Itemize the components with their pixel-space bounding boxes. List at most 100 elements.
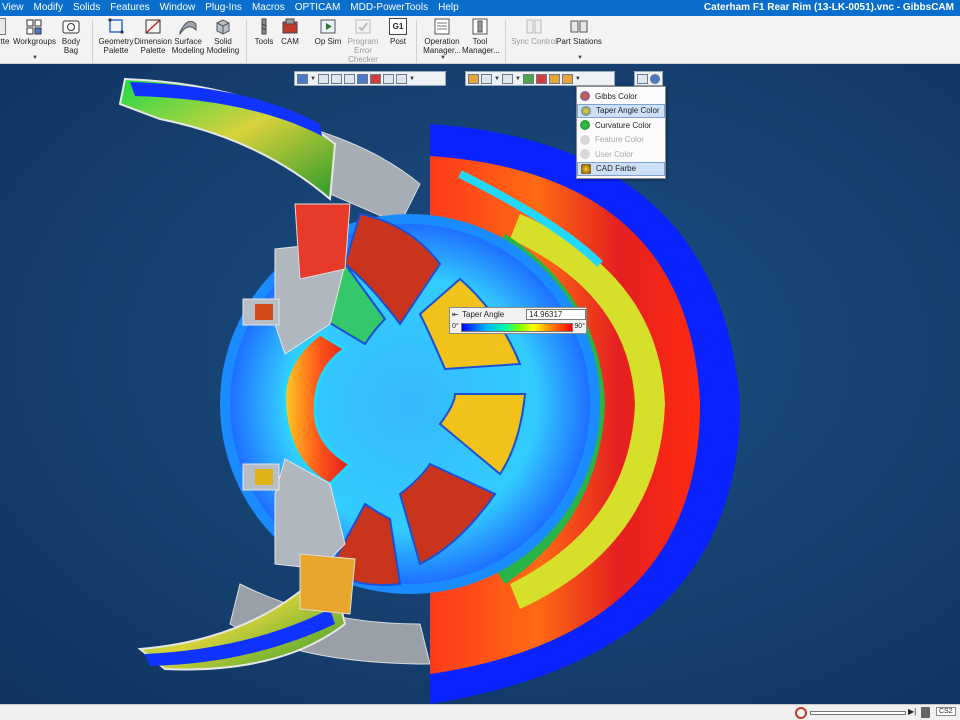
color-mode-icon[interactable] <box>561 73 573 84</box>
box-display-dropdown[interactable]: ▼ <box>515 76 521 82</box>
body-bag-icon <box>62 18 80 35</box>
taper-color-scale <box>461 323 573 332</box>
cam-button[interactable]: CAM <box>278 18 302 46</box>
status-bar: ▶| CS2 <box>0 704 960 720</box>
view-box-icon[interactable] <box>395 73 407 84</box>
view-box-dropdown[interactable]: ▼ <box>409 76 415 82</box>
geometry-palette-icon <box>107 18 125 35</box>
rim-model[interactable] <box>0 64 960 704</box>
tools-icon <box>255 18 273 35</box>
ribbon-partial-button[interactable]: tte <box>0 18 12 46</box>
trash-icon[interactable] <box>921 707 930 718</box>
view-zoom-icon[interactable] <box>317 73 329 84</box>
solid-display-icon[interactable] <box>468 73 479 84</box>
curvature-color-icon <box>580 120 590 131</box>
ribbon-toolbar: tte Workgroups Body Bag ▼ Geometry Palet… <box>0 16 960 64</box>
menu-solids[interactable]: Solids <box>68 0 105 16</box>
menu-item-taper-angle-color[interactable]: Taper Angle Color <box>577 103 665 118</box>
menu-item-cad-farbe[interactable]: CAD Farbe <box>577 161 665 176</box>
menu-item-gibbs-color[interactable]: Gibbs Color <box>577 89 665 104</box>
post-button[interactable]: G1 Post <box>386 18 410 46</box>
operation-manager-button[interactable]: Operation Manager... <box>421 18 463 55</box>
surface-modeling-icon <box>179 18 197 36</box>
tool-manager-button[interactable]: Tool Manager... <box>462 18 500 55</box>
part-stations-button[interactable]: Part Stations <box>556 18 602 46</box>
menu-modify[interactable]: Modify <box>29 0 68 16</box>
pin-icon[interactable]: ⇤ <box>452 310 459 319</box>
graphics-viewport[interactable]: ▼ ▼ ▼ ▼ ▼ Gibbs Color Taper Angle Color <box>0 64 960 704</box>
taper-scale-max: 90° <box>574 323 585 330</box>
gibbs-color-icon <box>580 91 590 102</box>
solid-modeling-icon <box>214 18 232 35</box>
red-solid-icon[interactable] <box>535 73 547 84</box>
view-toolbar-2: ▼ ▼ ▼ <box>465 71 615 86</box>
menu-item-curvature-color[interactable]: Curvature Color <box>577 118 665 133</box>
feature-color-icon <box>580 134 590 145</box>
taper-angle-label: Taper Angle <box>462 310 505 319</box>
ribbon-separator <box>92 20 93 64</box>
tools-button[interactable]: Tools <box>252 18 276 46</box>
workgroups-dropdown[interactable]: ▼ <box>32 55 38 61</box>
sync-control-button[interactable]: Sync Control <box>511 18 557 46</box>
partial-icon <box>0 18 6 35</box>
menu-macros[interactable]: Macros <box>247 0 290 16</box>
solid-modeling-button[interactable]: Solid Modeling <box>205 18 241 55</box>
taper-angle-readout: ⇤ Taper Angle 14.96317 0° 90° <box>449 307 587 334</box>
view-shade-icon[interactable] <box>356 73 368 84</box>
ribbon-separator <box>416 20 417 64</box>
progress-bar <box>810 711 906 715</box>
view-frame-icon[interactable] <box>343 73 355 84</box>
op-sim-icon <box>319 18 337 35</box>
fit-view-icon[interactable] <box>637 73 648 84</box>
coordinate-system-indicator[interactable]: CS2 <box>936 707 956 716</box>
tool-manager-icon <box>471 18 489 35</box>
workgroups-button[interactable]: Workgroups <box>13 18 56 46</box>
menu-item-user-color[interactable]: User Color <box>577 147 665 162</box>
view-orient-icon[interactable] <box>297 73 308 84</box>
stop-icon[interactable] <box>795 707 807 719</box>
menu-window[interactable]: Window <box>155 0 201 16</box>
menu-help[interactable]: Help <box>433 0 464 16</box>
menu-opticam[interactable]: OPTICAM <box>290 0 346 16</box>
menu-view[interactable]: View <box>0 0 29 16</box>
taper-scale-min: 0° <box>452 323 459 330</box>
body-bag-button[interactable]: Body Bag <box>55 18 87 55</box>
ribbon-separator <box>505 20 506 64</box>
cad-farbe-icon <box>581 163 591 174</box>
color-mode-dropdown[interactable]: ▼ <box>575 76 581 82</box>
view-cursor-icon[interactable] <box>382 73 394 84</box>
wireframe-dropdown[interactable]: ▼ <box>494 76 500 82</box>
box-display-icon[interactable] <box>501 73 513 84</box>
title-bar: View Modify Solids Features Window Plug-… <box>0 0 960 16</box>
sync-control-icon <box>525 18 543 35</box>
menu-mdd-powertools[interactable]: MDD-PowerTools <box>345 0 433 16</box>
part-stations-icon <box>570 18 588 35</box>
op-sim-button[interactable]: Op Sim <box>313 18 343 46</box>
help-icon[interactable] <box>649 73 660 84</box>
view-orient-dropdown[interactable]: ▼ <box>310 76 316 82</box>
step-forward-icon[interactable]: ▶| <box>908 707 916 716</box>
green-solid-icon[interactable] <box>522 73 534 84</box>
menu-item-feature-color[interactable]: Feature Color <box>577 133 665 148</box>
menu-features[interactable]: Features <box>105 0 154 16</box>
cam-icon <box>281 18 299 35</box>
post-icon: G1 <box>389 18 407 35</box>
checkmark-icon <box>354 18 372 35</box>
part-stations-dropdown[interactable]: ▼ <box>577 55 583 61</box>
taper-angle-value: 14.96317 <box>526 309 586 320</box>
operation-manager-icon <box>433 18 451 35</box>
dimension-palette-button[interactable]: Dimension Palette <box>134 18 172 55</box>
geometry-palette-button[interactable]: Geometry Palette <box>98 18 134 55</box>
operation-manager-dropdown[interactable]: ▼ <box>440 55 446 61</box>
layers-icon[interactable] <box>548 73 560 84</box>
taper-angle-color-icon <box>581 105 591 116</box>
workgroups-icon <box>25 18 43 35</box>
surface-modeling-button[interactable]: Surface Modeling <box>171 18 205 55</box>
color-mode-menu: Gibbs Color Taper Angle Color Curvature … <box>576 86 666 179</box>
wireframe-icon[interactable] <box>481 73 492 84</box>
view-render-icon[interactable] <box>369 73 381 84</box>
view-pan-icon[interactable] <box>330 73 342 84</box>
view-toolbar-3 <box>634 71 663 86</box>
menu-plug-ins[interactable]: Plug-Ins <box>200 0 247 16</box>
program-error-checker-button[interactable]: Program Error Checker <box>340 18 386 64</box>
